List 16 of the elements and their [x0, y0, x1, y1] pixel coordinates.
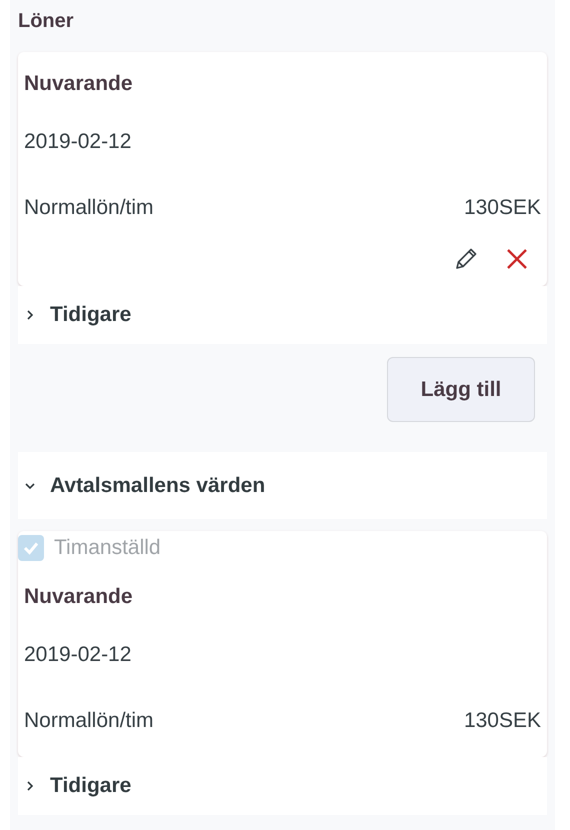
row-value: 130SEK: [464, 708, 541, 734]
add-button[interactable]: Lägg till: [387, 357, 535, 422]
pencil-icon: [453, 246, 479, 272]
row-value: 130SEK: [464, 195, 541, 221]
card-heading: Nuvarande: [24, 584, 134, 610]
expander-header[interactable]: Tidigare: [18, 286, 547, 344]
expander-header[interactable]: Tidigare: [18, 757, 547, 815]
section-title: Löner: [18, 9, 75, 34]
expander-header[interactable]: Avtalsmallens värden: [18, 452, 547, 519]
checkbox-label: Timanställd: [54, 535, 161, 562]
date-text: 2019-02-12: [24, 642, 132, 668]
row-label: Normallön/tim: [24, 195, 154, 221]
close-icon: [505, 247, 529, 271]
card-heading: Nuvarande: [24, 71, 134, 97]
row-label: Normallön/tim: [24, 708, 154, 734]
date-text: 2019-02-12: [24, 129, 132, 155]
